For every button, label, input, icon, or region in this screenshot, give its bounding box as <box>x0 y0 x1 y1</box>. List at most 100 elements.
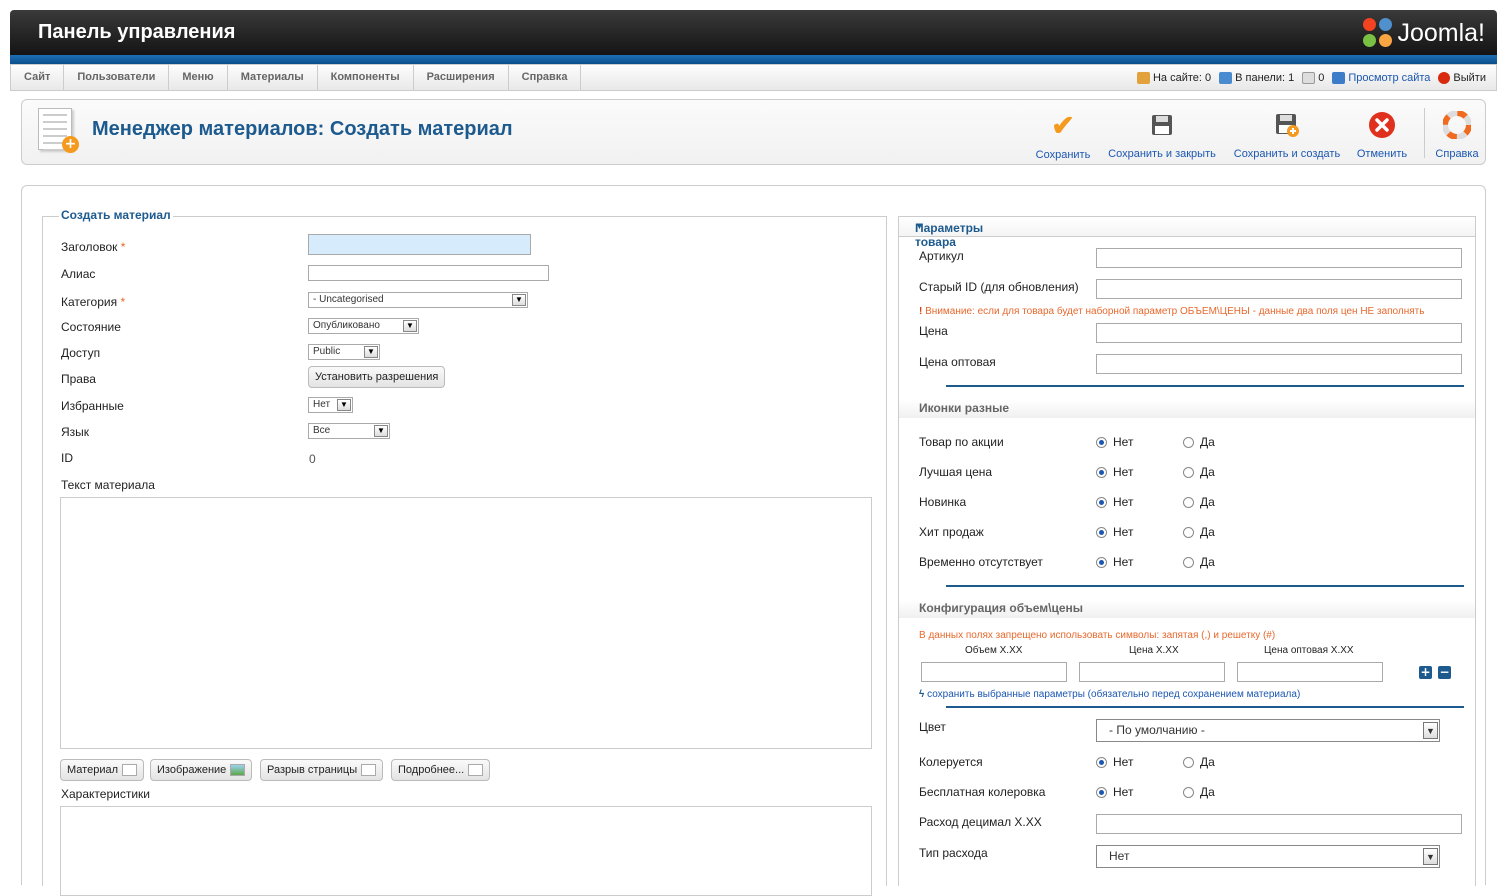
remove-row-icon[interactable]: − <box>1438 666 1451 679</box>
wholesale-price-input[interactable] <box>1096 354 1462 374</box>
read-more-icon <box>468 764 484 776</box>
color-label: Цвет <box>919 720 946 734</box>
out-of-stock-yes-radio[interactable]: Да <box>1183 555 1215 569</box>
save-params-link[interactable]: ϟ сохранить выбранные параметры (обязате… <box>919 689 1300 700</box>
price-input[interactable] <box>1096 323 1462 343</box>
bestseller-yes-radio[interactable]: Да <box>1183 525 1215 539</box>
best-price-yes-radio[interactable]: Да <box>1183 465 1215 479</box>
title-input[interactable] <box>308 234 531 255</box>
lightning-icon: ϟ <box>919 689 925 700</box>
promo-label: Товар по акции <box>919 435 1004 449</box>
insert-image-button[interactable]: Изображение <box>150 759 253 781</box>
radio-unchecked-icon <box>1183 786 1194 798</box>
consumption-label: Расход децимал X.XX <box>919 815 1042 829</box>
dropdown-arrow-icon: ▼ <box>337 399 351 411</box>
logout-icon <box>1438 71 1451 84</box>
top-header: Панель управления Joomla! <box>10 10 1497 55</box>
status-messages[interactable]: 0 <box>1302 71 1324 84</box>
old-id-input[interactable] <box>1096 279 1462 299</box>
set-permissions-button[interactable]: Установить разрешения <box>308 366 446 388</box>
menu-item-users[interactable]: Пользователи <box>64 65 170 90</box>
status-on-site: На сайте: 0 <box>1136 71 1211 84</box>
cancel-button[interactable]: Отменить <box>1354 110 1410 160</box>
new-no-radio[interactable]: Нет <box>1096 495 1133 509</box>
checkmark-icon: ✔ <box>1051 109 1075 141</box>
radio-unchecked-icon <box>1183 466 1194 478</box>
dropdown-arrow-icon: ▼ <box>364 346 378 358</box>
dropdown-arrow-icon: ▼ <box>374 425 388 437</box>
specs-editor[interactable] <box>60 806 872 896</box>
sku-label: Артикул <box>919 249 964 263</box>
radio-checked-icon <box>1096 756 1107 768</box>
access-select[interactable]: Public ▼ <box>308 344 380 360</box>
save-new-button[interactable]: Сохранить и создать <box>1232 110 1342 160</box>
menu-item-extensions[interactable]: Расширения <box>414 65 509 90</box>
state-select[interactable]: Опубликовано ▼ <box>308 318 419 334</box>
logout-link[interactable]: Выйти <box>1438 71 1486 84</box>
params-panel-header[interactable]: ▼ Параметры товара <box>899 217 1475 249</box>
help-button[interactable]: Справка <box>1432 110 1482 160</box>
menu-item-menus[interactable]: Меню <box>169 65 228 90</box>
radio-checked-icon <box>1096 556 1107 568</box>
new-yes-radio[interactable]: Да <box>1183 495 1215 509</box>
divider <box>946 385 1464 387</box>
promo-no-radio[interactable]: Нет <box>1096 435 1133 449</box>
menu-item-site[interactable]: Сайт <box>11 65 65 90</box>
page-break-button[interactable]: Разрыв страницы <box>260 759 384 781</box>
free-tint-label: Бесплатная колеровка <box>919 785 1046 799</box>
radio-checked-icon <box>1096 526 1107 538</box>
article-text-editor[interactable] <box>60 497 872 749</box>
view-site-link[interactable]: Просмотр сайта <box>1332 71 1430 84</box>
featured-select[interactable]: Нет ▼ <box>308 397 353 413</box>
col-wholesale-header: Цена оптовая X.XX <box>1264 645 1354 656</box>
best-price-no-radio[interactable]: Нет <box>1096 465 1133 479</box>
free-tint-no-radio[interactable]: Нет <box>1096 785 1133 799</box>
volume-input[interactable] <box>921 662 1067 682</box>
color-select[interactable]: - По умолчанию - ▼ <box>1096 719 1440 742</box>
out-of-stock-no-radio[interactable]: Нет <box>1096 555 1133 569</box>
save-close-button[interactable]: Сохранить и закрыть <box>1106 110 1218 160</box>
consumption-input[interactable] <box>1096 814 1462 834</box>
header-accent-bar <box>10 55 1497 64</box>
menu-item-content[interactable]: Материалы <box>228 65 318 90</box>
joomla-logo: Joomla! <box>1363 16 1485 50</box>
admin-page: Панель управления Joomla! Сайт Пользоват… <box>10 10 1497 896</box>
menu-item-components[interactable]: Компоненты <box>318 65 414 90</box>
icons-section-header: Иконки разные <box>899 400 1475 418</box>
alias-input[interactable] <box>308 265 549 281</box>
price-label: Цена <box>919 324 948 338</box>
specs-label: Характеристики <box>61 787 150 801</box>
category-label: Категория * <box>61 295 126 309</box>
dropdown-arrow-icon: ▼ <box>512 294 526 306</box>
out-of-stock-label: Временно отсутствует <box>919 555 1043 569</box>
read-more-button[interactable]: Подробнее... <box>391 759 491 781</box>
page-break-icon <box>361 764 377 776</box>
volume-price-input[interactable] <box>1079 662 1225 682</box>
promo-yes-radio[interactable]: Да <box>1183 435 1215 449</box>
tinted-no-radio[interactable]: Нет <box>1096 755 1133 769</box>
bestseller-no-radio[interactable]: Нет <box>1096 525 1133 539</box>
config-section-header: Конфигурация объем\цены <box>899 600 1475 618</box>
divider <box>946 585 1464 587</box>
free-tint-yes-radio[interactable]: Да <box>1183 785 1215 799</box>
image-icon <box>230 764 246 776</box>
sku-input[interactable] <box>1096 248 1462 268</box>
menu-item-help[interactable]: Справка <box>509 65 582 90</box>
consumption-type-select[interactable]: Нет ▼ <box>1096 845 1440 868</box>
joomla-logo-text: Joomla! <box>1397 18 1485 47</box>
consumption-type-label: Тип расхода <box>919 846 988 860</box>
article-add-icon: + <box>36 108 80 156</box>
dropdown-arrow-icon: ▼ <box>403 320 417 332</box>
insert-article-button[interactable]: Материал <box>60 759 144 781</box>
volume-wholesale-input[interactable] <box>1237 662 1383 682</box>
id-value: 0 <box>309 452 316 466</box>
admin-users-icon <box>1219 71 1233 84</box>
status-in-panel: В панели: 1 <box>1219 71 1294 84</box>
id-label: ID <box>61 451 73 465</box>
tinted-yes-radio[interactable]: Да <box>1183 755 1215 769</box>
category-select[interactable]: - Uncategorised ▼ <box>308 292 528 308</box>
save-button[interactable]: ✔ Сохранить <box>1034 109 1092 162</box>
add-row-icon[interactable]: + <box>1419 666 1432 679</box>
status-bar: На сайте: 0 В панели: 1 0 Просмотр сайта… <box>1136 65 1486 90</box>
language-select[interactable]: Все ▼ <box>308 423 390 439</box>
